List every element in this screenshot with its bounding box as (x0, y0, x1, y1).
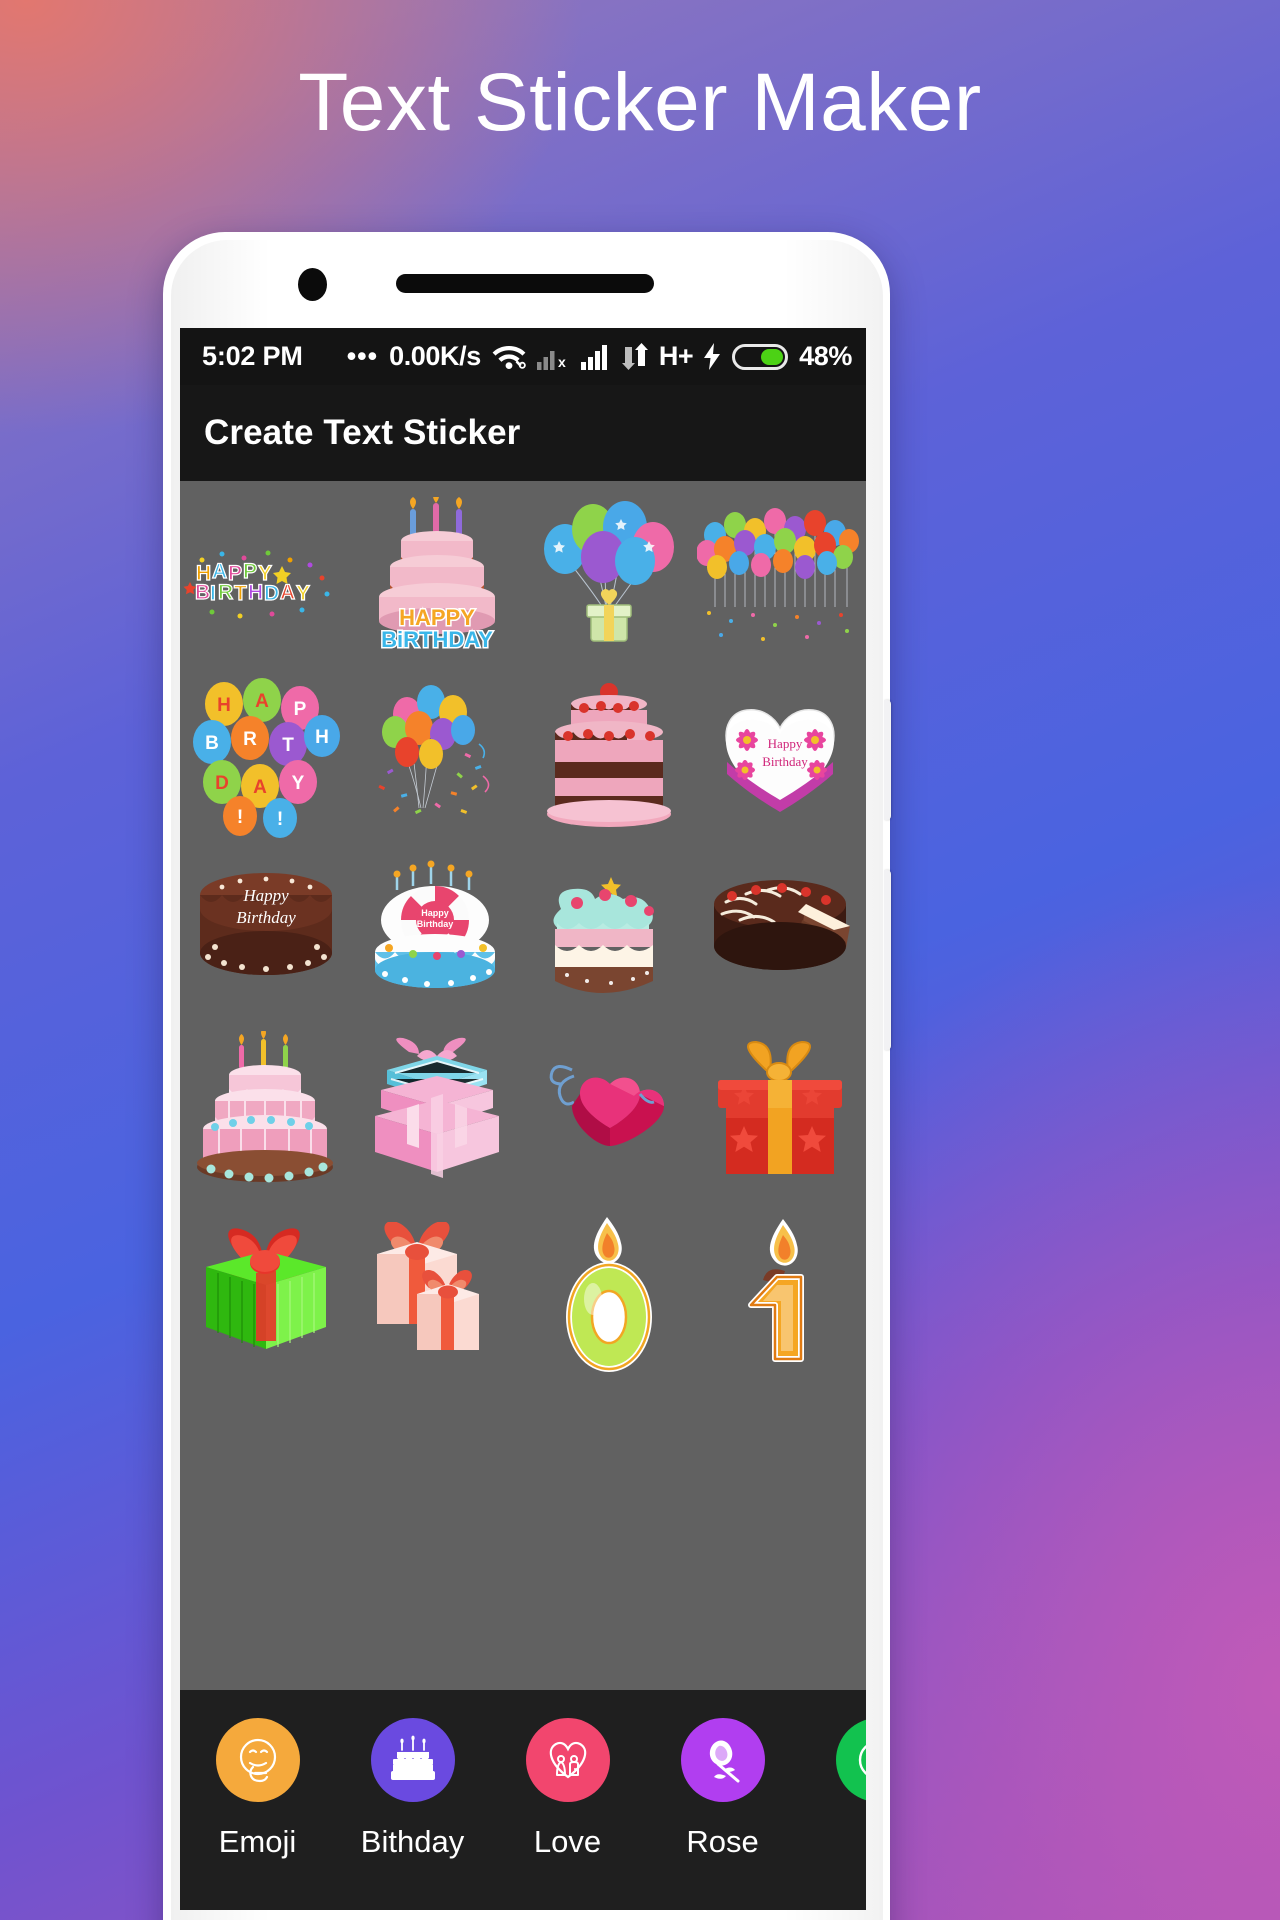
battery-percent-label: 48% (799, 341, 852, 371)
sticker-item-chocolate-cake-happy-birthday[interactable]: Happy Birthday (182, 852, 350, 1020)
sticker-item-number-zero-candle[interactable] (525, 1208, 693, 1376)
network-speed-text: 0.00K/s (389, 341, 481, 371)
category-tab-emoji[interactable]: Emoji (180, 1718, 335, 1860)
signal-full-icon (580, 345, 607, 370)
sticker-item-chocolate-drizzle-cake-slice[interactable] (696, 852, 864, 1020)
wifi-icon (492, 346, 526, 369)
signal-no-service-icon: x (536, 351, 566, 370)
data-transfer-icon (621, 343, 648, 370)
svg-text:B: B (195, 581, 210, 604)
svg-text:Happy: Happy (242, 886, 289, 905)
phone-power-button (884, 870, 891, 1050)
svg-text:A: A (255, 691, 269, 712)
phone-volume-button (884, 700, 891, 820)
sticker-item-green-gift-box-red-bow[interactable] (182, 1208, 350, 1376)
status-time: 5:02 PM (202, 341, 303, 371)
svg-text:Happy: Happy (421, 908, 449, 918)
svg-text:!: ! (277, 809, 283, 830)
sticker-item-pink-heart-gift-box[interactable] (525, 1030, 693, 1198)
svg-text:x: x (558, 354, 566, 370)
svg-text:A: A (212, 560, 227, 583)
svg-text:Y: Y (296, 582, 310, 605)
phone-front-camera (298, 268, 327, 301)
category-tab-bithday[interactable]: Bithday (335, 1718, 490, 1860)
svg-text:R: R (218, 581, 233, 604)
category-tab-rose[interactable]: Rose (645, 1718, 800, 1860)
category-label-emoji: Emoji (218, 1824, 297, 1859)
category-label-bithday: Bithday (360, 1824, 465, 1859)
sticker-item-pink-tiered-cake-candles[interactable] (182, 1030, 350, 1198)
sticker-item-happy-birthday-letter-balloons[interactable]: H A P B R T H D A Y ! ! (182, 674, 350, 842)
birthday-cake-icon (370, 1718, 455, 1802)
sticker-item-balloon-bunch-with-gift[interactable] (525, 496, 693, 664)
status-overflow-dots: ••• (346, 340, 379, 371)
svg-text:R: R (243, 729, 257, 750)
svg-text:Birthday: Birthday (417, 919, 454, 929)
sticker-item-pink-gift-boxes-pair[interactable] (353, 1208, 521, 1376)
svg-text:A: A (280, 581, 295, 604)
svg-text:H: H (315, 727, 329, 748)
svg-text:Birthday: Birthday (763, 754, 809, 769)
battery-fill (761, 348, 784, 365)
svg-text:Happy: Happy (768, 736, 803, 751)
svg-text:P: P (293, 699, 306, 720)
svg-text:I: I (210, 582, 216, 605)
charging-bolt-icon (704, 343, 721, 370)
sticker-item-blue-white-birthday-cake[interactable]: Happy Birthday (353, 852, 521, 1020)
sticker-item-balloons-confetti-burst[interactable] (353, 674, 521, 842)
svg-text:T: T (234, 582, 247, 605)
svg-text:H: H (217, 695, 231, 716)
sticker-item-heart-cake-happy-birthday[interactable]: Happy Birthday (696, 674, 864, 842)
sticker-item-pink-blue-gift-box[interactable] (353, 1030, 521, 1198)
svg-text:H: H (248, 581, 263, 604)
category-tab-s[interactable]: S (800, 1718, 866, 1860)
network-type-label: H+ (658, 341, 694, 371)
sticker-grid[interactable]: H A P P Y B I R T H D A Y HAPPY BiRTHDAY… (180, 481, 866, 1690)
app-bar: Create Text Sticker (180, 385, 866, 481)
sticker-item-pink-chocolate-layer-cake[interactable] (525, 674, 693, 842)
svg-text:Birthday: Birthday (236, 908, 296, 927)
category-label-love: Love (533, 1824, 602, 1859)
sticker-item-balloon-field-celebration[interactable] (696, 496, 864, 664)
svg-text:!: ! (237, 807, 243, 828)
battery-icon (732, 343, 789, 370)
svg-text:BiRTHDAY: BiRTHDAY (381, 627, 493, 652)
smiley-icon (835, 1718, 866, 1802)
category-tab-love[interactable]: Love (490, 1718, 645, 1860)
svg-text:P: P (243, 560, 257, 583)
svg-text:A: A (253, 777, 267, 798)
sticker-item-three-tier-cake-happy-birthday[interactable]: HAPPY BiRTHDAY (353, 496, 521, 664)
category-label-rose: Rose (686, 1824, 759, 1859)
sticker-item-red-gift-box-gold-bow[interactable] (696, 1030, 864, 1198)
rose-flower-icon (680, 1718, 765, 1802)
promo-background: Text Sticker Maker 5:02 PM ••• 0.00K/s x… (0, 0, 1280, 1920)
svg-text:D: D (264, 582, 279, 605)
category-bar[interactable]: Emoji Bithday Love Rose (180, 1690, 866, 1910)
svg-text:B: B (205, 733, 219, 754)
sticker-item-mint-pink-sliced-cake[interactable] (525, 852, 693, 1020)
sticker-item-number-one-candle[interactable] (696, 1208, 864, 1376)
love-couple-heart-icon (525, 1718, 610, 1802)
svg-text:T: T (282, 735, 294, 756)
phone-screen: 5:02 PM ••• 0.00K/s x H+ 48% Create Text… (180, 328, 866, 1910)
emoji-face-icon (215, 1718, 300, 1802)
phone-earpiece-speaker (396, 274, 654, 293)
promo-headline: Text Sticker Maker (298, 57, 982, 148)
svg-text:Y: Y (291, 773, 304, 794)
app-bar-title: Create Text Sticker (204, 413, 521, 452)
status-bar: 5:02 PM ••• 0.00K/s x H+ 48% (180, 328, 866, 385)
sticker-item-happy-birthday-confetti-text[interactable]: H A P P Y B I R T H D A Y (182, 496, 350, 664)
svg-text:D: D (215, 773, 229, 794)
